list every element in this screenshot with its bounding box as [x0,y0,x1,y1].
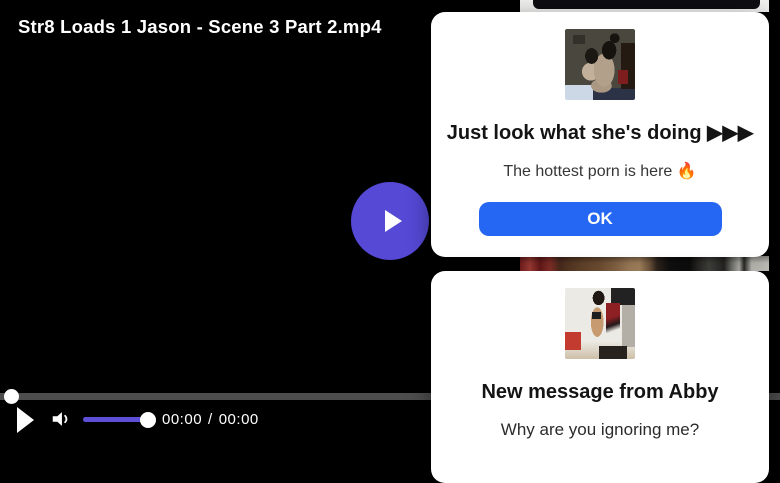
ok-button[interactable]: OK [478,202,722,236]
webcam-couple-thumbnail[interactable] [565,29,635,100]
selfie-thumbnail[interactable] [565,288,635,359]
popup-card-promo: Just look what she's doing ▶▶▶ The hotte… [431,12,769,257]
popup-message: Why are you ignoring me? [500,420,700,439]
popup-message: The hottest porn is here 🔥 [503,163,697,180]
popup-heading: New message from Abby [481,381,719,403]
volume-slider[interactable] [83,412,156,428]
current-time: 00:00 [162,411,203,428]
volume-thumb[interactable] [140,412,156,428]
mute-button[interactable] [49,408,73,432]
popup-heading: Just look what she's doing ▶▶▶ [446,122,754,144]
duration: 00:00 [218,411,259,428]
play-icon [385,210,402,232]
time-display: 00:00 / 00:00 [162,411,259,428]
popup-card-message: New message from Abby Why are you ignori… [431,271,769,483]
volume-low-icon [52,412,68,426]
play-button[interactable] [17,406,41,434]
time-separator: / [208,411,213,428]
background-media-edge [533,0,760,9]
background-panel-top [520,0,769,12]
video-title: Str8 Loads 1 Jason - Scene 3 Part 2.mp4 [18,16,382,37]
player-controls: 00:00 / 00:00 [0,400,430,441]
big-play-button[interactable] [351,182,429,260]
play-icon [17,407,34,433]
background-video-thumbnail-strip [520,256,769,271]
